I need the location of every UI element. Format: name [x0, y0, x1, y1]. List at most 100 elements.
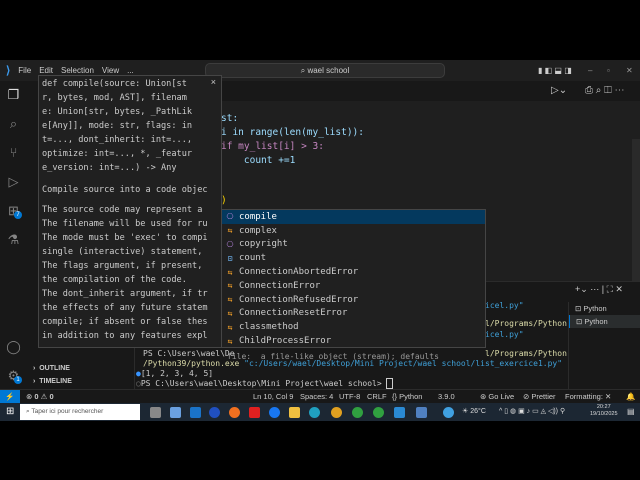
terminal-output: [1, 2, 3, 4, 5]: [140, 369, 214, 378]
editor-actions-icons[interactable]: ⎙ ⌕ ◫ ⋯: [585, 85, 625, 96]
python-version[interactable]: 3.9.0: [438, 392, 455, 401]
youtube-icon[interactable]: [249, 407, 260, 418]
account-icon[interactable]: ◯: [6, 339, 21, 354]
code-line[interactable]: count +=1: [221, 155, 295, 166]
class-kind-icon: ⇆: [227, 336, 233, 346]
search-view-icon[interactable]: ⌕: [6, 116, 21, 131]
suggestion-widget[interactable]: ⎔ compile ⇆ complex ⎔ copyright ⊡ count ⇆ Connect…: [221, 209, 486, 348]
doc-line: The source code may represent a: [42, 205, 203, 215]
layout-icons[interactable]: ▮ ◧ ⬓ ◨: [538, 66, 572, 75]
system-tray-icons[interactable]: ^ ▯ ◍ ▣ ♪ ▭ ◬ ◁)) ⚲: [499, 407, 565, 415]
terminal-line: icel.py": [485, 330, 524, 339]
menu-more[interactable]: ...: [127, 66, 134, 75]
suggestion-item[interactable]: ⇆ ChildProcessError: [222, 334, 485, 348]
suggestion-item[interactable]: ⇆ ConnectionError: [222, 279, 485, 293]
suggestion-item[interactable]: ⊡ count: [222, 251, 485, 265]
close-window-button[interactable]: ✕: [626, 66, 633, 75]
menu-file[interactable]: File: [18, 66, 31, 75]
language-mode[interactable]: {} Python: [392, 392, 422, 401]
taskbar-search[interactable]: ⌕ Taper ici pour rechercher: [20, 404, 140, 420]
editor-scrollbar[interactable]: [632, 139, 640, 281]
suggestion-label: count: [239, 253, 267, 264]
prettier-label: Prettier: [531, 392, 556, 401]
file-explorer-icon[interactable]: [289, 407, 300, 418]
taskbar-search-placeholder: Taper ici pour rechercher: [31, 408, 104, 415]
signature-line: e_version: int=...) -> Any: [42, 163, 177, 173]
timeline-section[interactable]: › TIMELINE: [33, 378, 72, 385]
formatting-status[interactable]: Formatting: ✕: [565, 392, 611, 401]
terminal-cursor: [386, 378, 394, 389]
line-ending[interactable]: CRLF: [367, 392, 387, 401]
golive-button[interactable]: ⊛ Go Live: [480, 392, 514, 401]
suggestion-item[interactable]: ⇆ ConnectionAbortedError: [222, 265, 485, 279]
suggestion-item[interactable]: ⇆ ConnectionRefusedError: [222, 293, 485, 307]
doc-line: single (interactive) statement,: [42, 247, 208, 257]
remote-icon[interactable]: ⚡: [0, 390, 20, 403]
menu-view[interactable]: View: [102, 66, 119, 75]
notification-center-icon[interactable]: ▤: [627, 407, 635, 416]
suggestion-item[interactable]: ⇆ classmethod: [222, 320, 485, 334]
maximize-button[interactable]: ▫: [607, 66, 610, 75]
chrome-icon[interactable]: [331, 407, 342, 418]
problems-indicator[interactable]: ⊗ 0 ⚠ 0: [26, 392, 54, 401]
extensions-icon[interactable]: ⊞ 7: [6, 203, 22, 219]
chrome-icon-3[interactable]: [373, 407, 384, 418]
vscode-taskbar-icon[interactable]: [394, 407, 405, 418]
weather[interactable]: ☀ 26°C: [462, 407, 486, 415]
notifications-bell-icon[interactable]: 🔔: [626, 392, 635, 401]
store-icon[interactable]: [170, 407, 181, 418]
source-control-icon[interactable]: ⑂: [6, 145, 21, 160]
search-label: wael school: [307, 66, 350, 75]
outlook-icon[interactable]: [190, 407, 201, 418]
explorer-icon[interactable]: ❐: [6, 87, 21, 102]
suggestion-item[interactable]: ⎔ copyright: [222, 238, 485, 252]
menu-edit[interactable]: Edit: [39, 66, 53, 75]
suggestion-label: copyright: [239, 239, 288, 250]
terminal-tab-label: Python: [583, 304, 607, 313]
app-taskbar-icon[interactable]: [416, 407, 427, 418]
terminal-tab[interactable]: ⊡ Python: [569, 302, 640, 315]
hp-icon[interactable]: [209, 407, 220, 418]
outline-section[interactable]: › OUTLINE: [33, 365, 70, 372]
encoding[interactable]: UTF-8: [339, 392, 360, 401]
clock[interactable]: 20:27 19/10/2025: [590, 404, 618, 418]
vscode-logo-icon: ⟩: [6, 65, 11, 77]
terminal-tab-active[interactable]: ⊡ Python: [569, 315, 640, 328]
indentation[interactable]: Spaces: 4: [300, 392, 333, 401]
prettier-button[interactable]: ⊘ Prettier: [523, 392, 556, 401]
testing-icon[interactable]: ⚗: [6, 232, 21, 247]
chrome-icon-2[interactable]: [352, 407, 363, 418]
settings-gear-icon[interactable]: ⚙ 1: [6, 368, 22, 384]
task-view-icon[interactable]: [150, 407, 161, 418]
code-text: st:: [221, 113, 239, 124]
code-line[interactable]: if my_list[i] > 3:: [221, 141, 324, 152]
command-center-search[interactable]: ⌕ wael school: [205, 63, 445, 78]
cursor-position[interactable]: Ln 10, Col 9: [253, 392, 293, 401]
menu-selection[interactable]: Selection: [61, 66, 94, 75]
terminal-actions[interactable]: +⌄ ⋯ | ⛶ ✕: [575, 284, 623, 295]
run-debug-icon[interactable]: ▷: [6, 174, 21, 189]
edge-icon[interactable]: [309, 407, 320, 418]
class-kind-icon: ⇆: [227, 267, 233, 277]
doc-line: the compilation of the code.: [42, 275, 187, 285]
firefox-icon[interactable]: [229, 407, 240, 418]
class-kind-icon: ⇆: [227, 322, 233, 332]
settings-badge: 1: [14, 376, 22, 384]
windows-start-icon[interactable]: ⊞: [6, 406, 14, 417]
suggestion-item[interactable]: ⇆ ConnectionResetError: [222, 307, 485, 321]
warning-count: 0: [49, 392, 54, 401]
help-icon[interactable]: [443, 407, 454, 418]
suggestion-label: compile: [239, 211, 277, 222]
error-count: 0: [34, 392, 39, 401]
code-line[interactable]: i in range(len(my_list)):: [221, 127, 364, 138]
run-python-icon[interactable]: ▷⌄: [551, 85, 567, 96]
outline-label: OUTLINE: [39, 365, 70, 372]
signature-line: optimize: int=..., *, _featur: [42, 149, 193, 159]
suggestion-item[interactable]: ⎔ compile: [222, 210, 485, 224]
minimize-button[interactable]: –: [588, 66, 592, 75]
close-hover-button[interactable]: ×: [211, 77, 216, 87]
facebook-icon[interactable]: [269, 407, 280, 418]
code-line[interactable]: st:: [221, 113, 238, 124]
signature-line: def compile(source: Union[st: [42, 79, 187, 89]
suggestion-item[interactable]: ⇆ complex: [222, 224, 485, 238]
